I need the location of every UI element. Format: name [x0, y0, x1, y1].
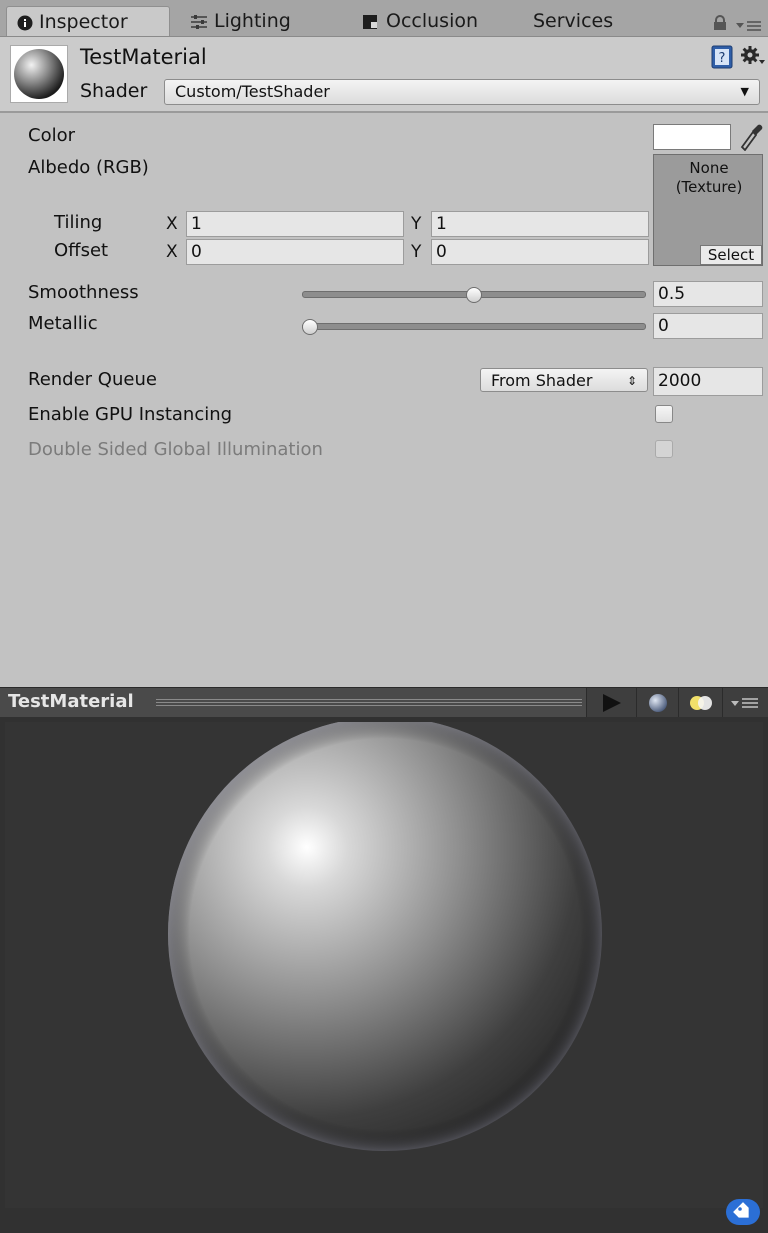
dropdown-arrow-icon: ▼ — [740, 85, 749, 98]
tab-lighting[interactable]: Lighting — [190, 6, 291, 36]
sliders-icon — [191, 14, 207, 29]
metallic-input[interactable]: 0 — [653, 313, 763, 339]
lock-icon[interactable] — [713, 15, 727, 31]
smoothness-slider-thumb[interactable] — [466, 287, 482, 303]
tab-occlusion[interactable]: Occlusion — [362, 6, 478, 36]
tiling-y-axis-label: Y — [411, 214, 422, 234]
render-queue-label: Render Queue — [28, 369, 157, 390]
material-preview-area[interactable] — [0, 717, 768, 1233]
render-queue-mode-value: From Shader — [491, 371, 593, 390]
offset-y-input[interactable]: 0 — [431, 239, 649, 265]
occlusion-icon — [363, 14, 377, 29]
tab-bar: Inspector Lighting Occlusion Services — [0, 0, 768, 37]
metallic-slider-thumb[interactable] — [302, 319, 318, 335]
albedo-label: Albedo (RGB) — [28, 157, 149, 178]
tiling-y-input[interactable]: 1 — [431, 211, 649, 237]
texture-none-text: None — [689, 159, 729, 177]
sphere-icon — [14, 49, 64, 99]
shader-dropdown[interactable]: Custom/TestShader ▼ — [164, 79, 760, 105]
tab-services-label: Services — [533, 10, 614, 32]
offset-label: Offset — [54, 240, 109, 261]
offset-x-input[interactable]: 0 — [186, 239, 404, 265]
preview-title: TestMaterial — [8, 691, 134, 712]
offset-y-axis-label: Y — [411, 242, 422, 262]
texture-type-text: (Texture) — [675, 178, 743, 196]
tab-lighting-label: Lighting — [214, 10, 291, 32]
tab-inspector-label: Inspector — [39, 11, 128, 33]
tab-services[interactable]: Services — [533, 6, 613, 36]
metallic-label: Metallic — [28, 313, 98, 334]
preview-sphere — [168, 717, 602, 1151]
menu-icon — [731, 698, 758, 708]
svg-text:?: ? — [719, 51, 726, 66]
double-sided-gi-checkbox — [655, 440, 673, 458]
gpu-instancing-checkbox[interactable] — [655, 405, 673, 423]
help-book-icon[interactable]: ? — [710, 45, 734, 69]
preview-lighting-button[interactable] — [678, 688, 723, 718]
smoothness-label: Smoothness — [28, 282, 139, 303]
tab-menu-icon[interactable] — [736, 19, 762, 33]
preview-drag-handle[interactable] — [156, 699, 582, 708]
tiling-label: Tiling — [54, 212, 103, 233]
sphere-mesh-icon — [649, 694, 667, 712]
shader-label: Shader — [80, 80, 148, 102]
tab-occlusion-label: Occlusion — [386, 10, 479, 32]
tiling-x-input[interactable]: 1 — [186, 211, 404, 237]
play-icon — [603, 694, 621, 712]
render-queue-input[interactable]: 2000 — [653, 367, 763, 396]
asset-label-tag-icon[interactable] — [726, 1199, 760, 1225]
metallic-slider-track[interactable] — [302, 323, 646, 330]
color-label: Color — [28, 125, 75, 146]
gear-icon[interactable] — [740, 45, 766, 69]
color-swatch[interactable] — [653, 124, 731, 150]
material-thumbnail — [10, 45, 68, 103]
albedo-texture-slot[interactable]: None (Texture) Select — [653, 154, 763, 266]
preview-toolbar: TestMaterial — [0, 687, 768, 718]
double-sided-gi-label: Double Sided Global Illumination — [28, 439, 323, 460]
lights-icon — [690, 696, 712, 710]
material-header: TestMaterial Shader Custom/TestShader ▼ … — [0, 37, 768, 113]
stepper-arrows-icon: ⇕ — [626, 374, 637, 388]
preview-play-button[interactable] — [586, 688, 637, 718]
offset-x-axis-label: X — [166, 242, 178, 262]
render-queue-mode-dropdown[interactable]: From Shader ⇕ — [480, 368, 648, 392]
preview-mesh-button[interactable] — [636, 688, 679, 718]
preview-viewport — [5, 717, 763, 1208]
texture-select-button[interactable]: Select — [700, 245, 762, 265]
gpu-instancing-label: Enable GPU Instancing — [28, 404, 233, 425]
preview-menu-button[interactable] — [722, 688, 768, 718]
tab-inspector[interactable]: Inspector — [6, 6, 170, 36]
smoothness-input[interactable]: 0.5 — [653, 281, 763, 307]
info-icon — [17, 15, 33, 30]
inspector-window: Inspector Lighting Occlusion Services Te… — [0, 0, 768, 1233]
shader-value: Custom/TestShader — [175, 82, 330, 101]
material-title: TestMaterial — [80, 45, 207, 69]
eyedropper-icon[interactable] — [737, 123, 763, 151]
tiling-x-axis-label: X — [166, 214, 178, 234]
